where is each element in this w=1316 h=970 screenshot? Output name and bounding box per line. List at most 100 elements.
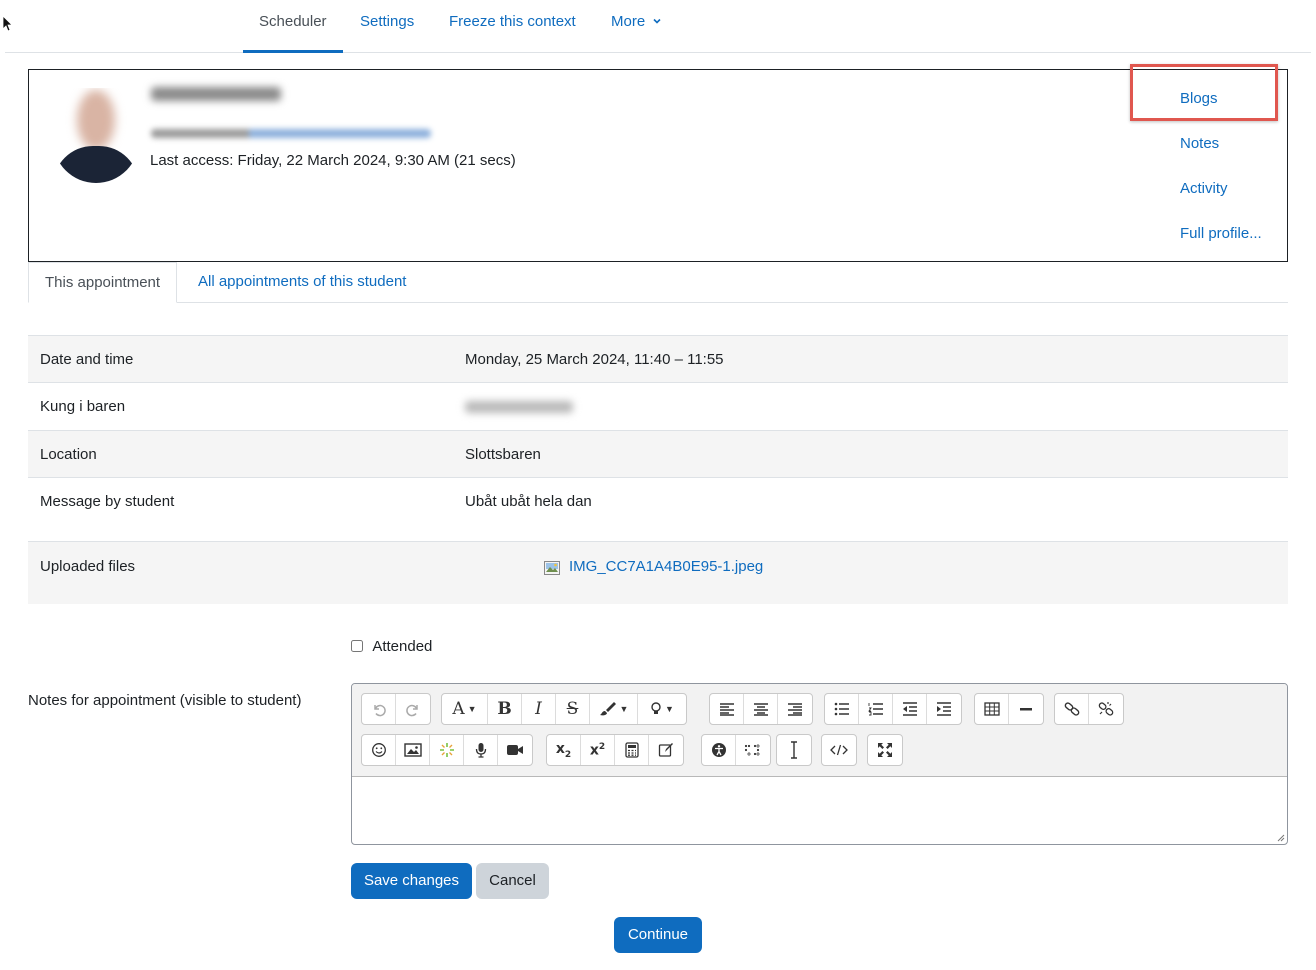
align-left-icon — [719, 703, 734, 716]
accessibility-group — [701, 734, 771, 766]
align-right-icon — [788, 703, 802, 716]
date-time-value: Monday, 25 March 2024, 11:40 – 11:55 — [465, 351, 724, 368]
tab-freeze-context-label: Freeze this context — [449, 13, 576, 30]
table-button[interactable] — [975, 694, 1009, 724]
tab-all-appointments[interactable]: All appointments of this student — [182, 262, 422, 303]
tab-scheduler-label: Scheduler — [259, 13, 327, 30]
appointment-tabs: This appointment All appointments of thi… — [28, 262, 1288, 303]
script-group: x2 x2 — [546, 734, 684, 766]
equation-button[interactable] — [615, 735, 649, 765]
resize-handle-icon[interactable] — [1276, 833, 1285, 842]
edit-icon — [658, 743, 673, 757]
full-profile-link[interactable]: Full profile... — [1180, 225, 1262, 242]
redo-icon — [406, 704, 418, 717]
attended-checkbox[interactable] — [351, 640, 363, 652]
redo-button[interactable] — [396, 694, 430, 724]
microphone-icon — [475, 743, 486, 758]
bold-button[interactable]: B — [488, 694, 522, 724]
message-label: Message by student — [40, 493, 175, 510]
horizontal-rule-button[interactable] — [1009, 694, 1043, 724]
strikethrough-button[interactable]: S — [556, 694, 590, 724]
annotation-highlight-box — [1130, 64, 1278, 121]
tab-settings[interactable]: Settings — [344, 0, 430, 53]
tab-scheduler[interactable]: Scheduler — [243, 0, 343, 53]
indent-icon — [937, 702, 951, 716]
smiley-icon — [371, 743, 386, 757]
uploaded-file-link[interactable]: IMG_CC7A1A4B0E95-1.jpeg — [569, 558, 763, 575]
uploaded-files-label: Uploaded files — [40, 558, 136, 575]
attended-checkbox-field[interactable]: Attended — [351, 638, 432, 655]
numbered-list-button[interactable] — [859, 694, 893, 724]
notes-text-area[interactable] — [352, 777, 1287, 844]
font-color-button[interactable]: ▼ — [590, 694, 638, 724]
clear-formatting-button[interactable] — [777, 735, 811, 765]
continue-button[interactable]: Continue — [614, 917, 702, 953]
tab-this-appointment[interactable]: This appointment — [28, 262, 178, 303]
subscript-button[interactable]: x2 — [547, 735, 581, 765]
table-row: Location Slottsbaren — [28, 430, 1288, 477]
notes-link[interactable]: Notes — [1180, 135, 1219, 152]
horizontal-rule-icon — [1020, 708, 1032, 711]
unlink-button[interactable] — [1089, 694, 1123, 724]
align-right-button[interactable] — [778, 694, 812, 724]
secondary-navigation: Scheduler Settings Freeze this context M… — [5, 0, 1311, 53]
align-center-icon — [753, 703, 768, 716]
screen-reader-helper-button[interactable] — [736, 735, 770, 765]
image-icon — [403, 743, 422, 757]
attended-label: Attended — [372, 638, 433, 655]
link-icon — [1064, 702, 1079, 716]
fullscreen-button[interactable] — [868, 735, 902, 765]
expand-icon — [878, 743, 892, 757]
activity-link[interactable]: Activity — [1180, 180, 1228, 197]
manage-files-button[interactable] — [649, 735, 683, 765]
html-source-button[interactable] — [822, 735, 856, 765]
student-summary-box: Last access: Friday, 22 March 2024, 9:30… — [28, 64, 1288, 262]
editor-toolbar: A ▼ B I S ▼ ▼ x2 x2 — [352, 684, 1287, 777]
bullet-list-icon — [834, 702, 849, 716]
link-button[interactable] — [1055, 694, 1089, 724]
superscript-button[interactable]: x2 — [581, 735, 615, 765]
outdent-button[interactable] — [893, 694, 927, 724]
text-cursor-icon — [791, 741, 797, 759]
italic-button[interactable]: I — [522, 694, 556, 724]
h5p-button[interactable] — [430, 735, 464, 765]
tab-more[interactable]: More — [595, 0, 677, 53]
link-group — [1054, 693, 1124, 725]
video-camera-icon — [507, 745, 523, 755]
teacher-name-redacted — [465, 401, 573, 413]
tab-more-label: More — [611, 13, 646, 30]
date-time-label: Date and time — [40, 351, 134, 368]
insert-group — [974, 693, 1044, 725]
font-style-button[interactable]: A ▼ — [442, 694, 488, 724]
table-icon — [983, 702, 1000, 716]
font-style-icon: A — [452, 699, 465, 719]
save-changes-button[interactable]: Save changes — [351, 863, 472, 899]
table-row: Kung i baren — [28, 382, 1288, 430]
undo-button[interactable] — [362, 694, 396, 724]
alignment-group — [709, 693, 813, 725]
accessibility-checker-button[interactable] — [702, 735, 736, 765]
record-video-button[interactable] — [498, 735, 532, 765]
undo-icon — [373, 704, 386, 717]
indent-button[interactable] — [927, 694, 961, 724]
paintbrush-icon — [599, 702, 616, 716]
tab-freeze-context[interactable]: Freeze this context — [433, 0, 592, 53]
record-audio-button[interactable] — [464, 735, 498, 765]
table-row: Date and time Monday, 25 March 2024, 11:… — [28, 335, 1288, 382]
clear-format-group — [776, 734, 812, 766]
cancel-button[interactable]: Cancel — [476, 863, 549, 899]
unlink-icon — [1098, 702, 1114, 716]
image-file-icon — [544, 561, 560, 575]
subscript-icon: x2 — [555, 740, 572, 760]
align-left-button[interactable] — [710, 694, 744, 724]
emoticon-button[interactable] — [362, 735, 396, 765]
avatar[interactable] — [53, 88, 139, 183]
student-name-redacted — [151, 87, 281, 101]
numbered-list-icon — [867, 703, 883, 716]
accessibility-icon — [711, 743, 726, 757]
bullet-list-button[interactable] — [825, 694, 859, 724]
insert-image-button[interactable] — [396, 735, 430, 765]
accessibility-helper-button[interactable]: ▼ — [638, 694, 686, 724]
align-center-button[interactable] — [744, 694, 778, 724]
braille-icon — [744, 744, 760, 756]
